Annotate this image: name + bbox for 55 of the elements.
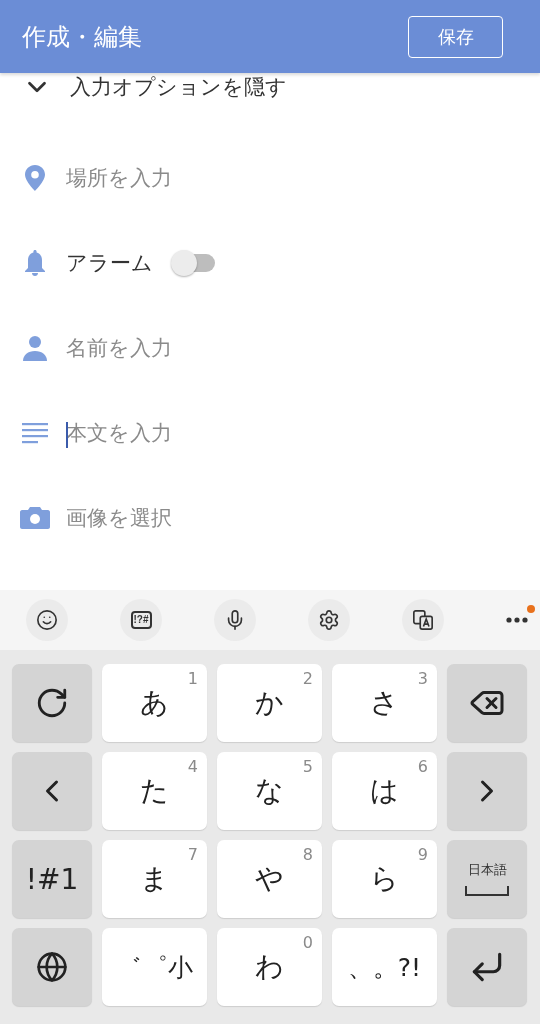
- voice-input-button[interactable]: [214, 599, 256, 641]
- alarm-label: アラーム: [66, 249, 153, 277]
- screen-title: 作成・編集: [22, 21, 142, 53]
- key-number-hint: 5: [302, 757, 313, 776]
- emoji-button[interactable]: [26, 599, 68, 641]
- text-input-field[interactable]: 名前を入力: [66, 335, 520, 360]
- settings-button[interactable]: [308, 599, 350, 641]
- kana-key[interactable]: は 6: [332, 752, 437, 830]
- smiley-icon: [36, 609, 58, 631]
- kana-key[interactable]: ら 9: [332, 840, 437, 918]
- space-key-label: 日本語: [467, 861, 507, 879]
- kana-key[interactable]: ゛゜小: [102, 928, 207, 1006]
- space-key[interactable]: 日本語: [447, 840, 527, 918]
- text-input-field[interactable]: 本文を入力: [66, 420, 520, 445]
- hide-options-toggle[interactable]: 入力オプションを隠す: [70, 73, 287, 101]
- translate-icon: [412, 609, 434, 631]
- text-lines-icon: [22, 421, 48, 444]
- translate-button[interactable]: [402, 599, 444, 641]
- kana-key[interactable]: な 5: [217, 752, 322, 830]
- key-number-hint: 6: [417, 757, 428, 776]
- settings-icon: [318, 609, 340, 631]
- image-select-link[interactable]: 画像を選択: [66, 503, 172, 532]
- symbols-label: !?#: [130, 611, 152, 629]
- kana-key[interactable]: た 4: [102, 752, 207, 830]
- key-number-hint: 4: [187, 757, 198, 776]
- key-number-hint: 2: [302, 669, 313, 688]
- key-number-hint: 7: [187, 845, 198, 864]
- kana-key[interactable]: あ 1: [102, 664, 207, 742]
- kana-key[interactable]: か 2: [217, 664, 322, 742]
- key-number-hint: 1: [187, 669, 198, 688]
- space-bar-icon: [464, 885, 510, 897]
- kana-key[interactable]: ま 7: [102, 840, 207, 918]
- camera-icon: [20, 505, 50, 530]
- kana-key[interactable]: わ 0: [217, 928, 322, 1006]
- globe-icon: [36, 951, 68, 983]
- backspace-key[interactable]: [447, 664, 527, 742]
- bell-icon: [24, 248, 46, 277]
- symbols-button[interactable]: !?#: [120, 599, 162, 641]
- undo-icon: [35, 686, 69, 720]
- kana-key[interactable]: さ 3: [332, 664, 437, 742]
- enter-key[interactable]: [447, 928, 527, 1006]
- language-key[interactable]: [12, 928, 92, 1006]
- more-icon: [506, 617, 528, 623]
- alarm-toggle[interactable]: [171, 249, 217, 276]
- undo-key[interactable]: [12, 664, 92, 742]
- kana-key[interactable]: や 8: [217, 840, 322, 918]
- kana-key[interactable]: 、。?!: [332, 928, 437, 1006]
- key-number-hint: 3: [417, 669, 428, 688]
- key-number-hint: 0: [302, 933, 313, 952]
- key-number-hint: 9: [417, 845, 428, 864]
- key-number-hint: 8: [302, 845, 313, 864]
- person-icon: [22, 334, 48, 361]
- symbol-mode-key[interactable]: !#1: [12, 840, 92, 918]
- location-pin-icon: [24, 163, 46, 192]
- text-input-field[interactable]: 場所を入力: [66, 165, 520, 190]
